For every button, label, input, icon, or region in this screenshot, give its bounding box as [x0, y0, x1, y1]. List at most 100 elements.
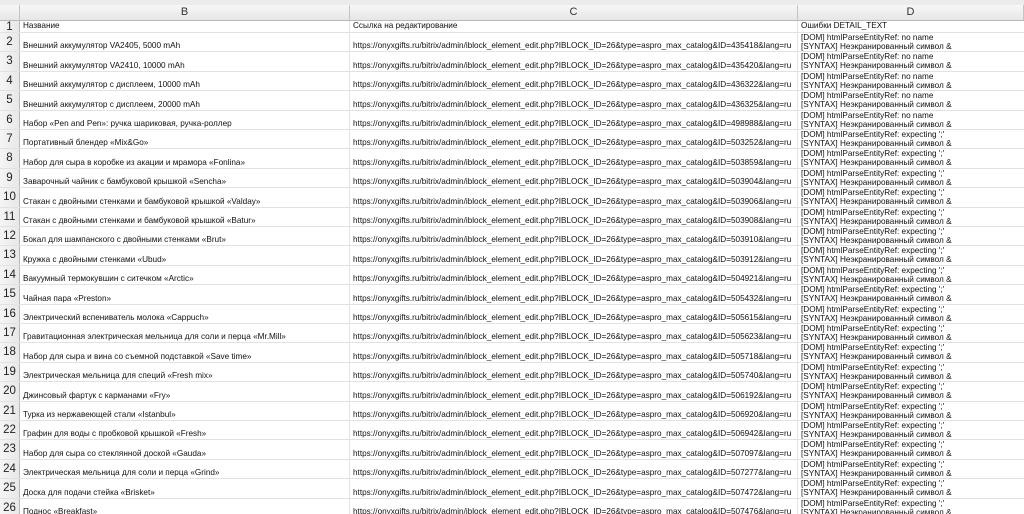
cell-link[interactable]: https://onyxgifts.ru/bitrix/admin/iblock… — [350, 52, 798, 71]
cell-link[interactable]: https://onyxgifts.ru/bitrix/admin/iblock… — [350, 382, 798, 401]
cell-errors[interactable]: [DOM] htmlParseEntityRef: no name [SYNTAX… — [798, 33, 1024, 51]
cell-errors[interactable]: [DOM] htmlParseEntityRef: expecting ';'[… — [798, 149, 1024, 167]
cell-link[interactable]: https://onyxgifts.ru/bitrix/admin/iblock… — [350, 498, 798, 514]
cell-name[interactable]: Заварочный чайник с бамбуковой крышкой «… — [20, 168, 350, 188]
row-number[interactable]: 17 — [0, 324, 20, 343]
cell-link[interactable]: https://onyxgifts.ru/bitrix/admin/iblock… — [350, 421, 798, 440]
cell-link[interactable]: https://onyxgifts.ru/bitrix/admin/iblock… — [350, 71, 798, 91]
column-header-c[interactable]: C — [350, 5, 798, 20]
cell-errors[interactable]: [DOM] htmlParseEntityRef: no name [SYNTAX… — [798, 111, 1024, 129]
row-number[interactable]: 19 — [0, 362, 20, 382]
cell-name[interactable]: Набор для сыра и вина со съемной подстав… — [20, 343, 350, 362]
cell-link[interactable]: https://onyxgifts.ru/bitrix/admin/iblock… — [350, 33, 798, 52]
cell-name[interactable]: Графин для воды с пробковой крышкой «Fre… — [20, 421, 350, 440]
cell-link[interactable]: https://onyxgifts.ru/bitrix/admin/iblock… — [350, 324, 798, 343]
cell-link[interactable]: https://onyxgifts.ru/bitrix/admin/iblock… — [350, 440, 798, 459]
cell-errors[interactable]: [DOM] htmlParseEntityRef: expecting ';'[… — [798, 479, 1024, 497]
cell-errors[interactable]: [DOM] htmlParseEntityRef: expecting ';'[… — [798, 499, 1024, 514]
cell-errors[interactable]: [DOM] htmlParseEntityRef: expecting ';'[… — [798, 382, 1024, 400]
row-number[interactable]: 12 — [0, 227, 20, 246]
cell-errors[interactable]: [DOM] htmlParseEntityRef: expecting ';'[… — [798, 363, 1024, 381]
cell-link[interactable]: https://onyxgifts.ru/bitrix/admin/iblock… — [350, 91, 798, 110]
cell-name[interactable]: Стакан с двойными стенками и бамбуковой … — [20, 188, 350, 207]
row-number[interactable]: 2 — [0, 33, 20, 52]
cell-name[interactable]: Набор для сыра в коробке из акации и мра… — [20, 149, 350, 168]
cell-errors[interactable]: [DOM] htmlParseEntityRef: expecting ';'[… — [798, 227, 1024, 245]
cell-name[interactable]: Гравитационная электрическая мельница дл… — [20, 324, 350, 343]
row-number[interactable]: 16 — [0, 304, 20, 323]
cell-errors[interactable]: [DOM] htmlParseEntityRef: expecting ';'[… — [798, 421, 1024, 439]
cell-name[interactable]: Набор «Pen and Pen»: ручка шариковая, ру… — [20, 110, 350, 129]
column-header-b[interactable]: B — [20, 5, 350, 20]
cell-link[interactable]: https://onyxgifts.ru/bitrix/admin/iblock… — [350, 285, 798, 304]
row-number[interactable]: 9 — [0, 168, 20, 188]
row-number[interactable]: 5 — [0, 91, 20, 110]
cell-errors[interactable]: [DOM] htmlParseEntityRef: expecting ';'[… — [798, 188, 1024, 206]
select-all-corner[interactable] — [0, 5, 20, 20]
cell-name[interactable]: Электрическая мельница для специй «Fresh… — [20, 362, 350, 382]
row-number[interactable]: 7 — [0, 130, 20, 149]
cell-name[interactable]: Вакуумный термокувшин с ситечком «Arctic… — [20, 265, 350, 285]
cell-link[interactable]: https://onyxgifts.ru/bitrix/admin/iblock… — [350, 362, 798, 382]
cell-name[interactable]: Внешний аккумулятор с дисплеем, 20000 mA… — [20, 91, 350, 110]
cell-errors[interactable]: [DOM] htmlParseEntityRef: expecting ';'[… — [798, 266, 1024, 284]
row-number[interactable]: 22 — [0, 421, 20, 440]
row-number[interactable]: 3 — [0, 52, 20, 71]
row-number[interactable]: 18 — [0, 343, 20, 362]
cell-name[interactable]: Стакан с двойными стенками и бамбуковой … — [20, 207, 350, 226]
cell-link[interactable]: https://onyxgifts.ru/bitrix/admin/iblock… — [350, 246, 798, 265]
cell-link[interactable]: https://onyxgifts.ru/bitrix/admin/iblock… — [350, 459, 798, 479]
cell-link[interactable]: https://onyxgifts.ru/bitrix/admin/iblock… — [350, 110, 798, 129]
row-number[interactable]: 1 — [0, 21, 20, 33]
cell-name[interactable]: Электрический вспениватель молока «Cappu… — [20, 304, 350, 323]
row-number[interactable]: 21 — [0, 401, 20, 420]
cell-link[interactable]: https://onyxgifts.ru/bitrix/admin/iblock… — [350, 479, 798, 498]
cell-link[interactable]: https://onyxgifts.ru/bitrix/admin/iblock… — [350, 188, 798, 207]
cell-link[interactable]: https://onyxgifts.ru/bitrix/admin/iblock… — [350, 207, 798, 226]
cell-link[interactable]: https://onyxgifts.ru/bitrix/admin/iblock… — [350, 401, 798, 420]
cell-errors[interactable]: [DOM] htmlParseEntityRef: no name [SYNTAX… — [798, 52, 1024, 70]
cell-errors[interactable]: [DOM] htmlParseEntityRef: expecting ';'[… — [798, 285, 1024, 303]
cell-name[interactable]: Поднос «Breakfast» — [20, 498, 350, 514]
row-number[interactable]: 25 — [0, 479, 20, 498]
row-number[interactable]: 10 — [0, 188, 20, 207]
row-number[interactable]: 4 — [0, 71, 20, 91]
cell-errors-header[interactable]: Ошибки DETAIL_TEXT — [798, 21, 1024, 32]
cell-link-header[interactable]: Ссылка на редактирование — [350, 21, 798, 32]
cell-errors[interactable]: [DOM] htmlParseEntityRef: expecting ';'[… — [798, 208, 1024, 226]
row-number[interactable]: 13 — [0, 246, 20, 265]
cell-name[interactable]: Джинсовый фартук с карманами «Fry» — [20, 382, 350, 401]
cell-link[interactable]: https://onyxgifts.ru/bitrix/admin/iblock… — [350, 227, 798, 246]
cell-name[interactable]: Чайная пара «Preston» — [20, 285, 350, 304]
cell-errors[interactable]: [DOM] htmlParseEntityRef: expecting ';'[… — [798, 402, 1024, 420]
cell-name[interactable]: Турка из нержавеющей стали «Istanbul» — [20, 401, 350, 420]
row-number[interactable]: 26 — [0, 498, 20, 514]
row-number[interactable]: 11 — [0, 207, 20, 226]
cell-link[interactable]: https://onyxgifts.ru/bitrix/admin/iblock… — [350, 265, 798, 285]
row-number[interactable]: 23 — [0, 440, 20, 459]
cell-name[interactable]: Внешний аккумулятор VA2410, 10000 mAh — [20, 52, 350, 71]
cell-name[interactable]: Внешний аккумулятор с дисплеем, 10000 mA… — [20, 71, 350, 91]
cell-link[interactable]: https://onyxgifts.ru/bitrix/admin/iblock… — [350, 304, 798, 323]
cell-name[interactable]: Портативный блендер «Mix&Go» — [20, 130, 350, 149]
cell-errors[interactable]: [DOM] htmlParseEntityRef: no name [SYNTAX… — [798, 72, 1024, 90]
cell-name[interactable]: Электрическая мельница для соли и перца … — [20, 459, 350, 479]
row-number[interactable]: 8 — [0, 149, 20, 168]
cell-link[interactable]: https://onyxgifts.ru/bitrix/admin/iblock… — [350, 343, 798, 362]
cell-errors[interactable]: [DOM] htmlParseEntityRef: expecting ';'[… — [798, 440, 1024, 458]
cell-errors[interactable]: [DOM] htmlParseEntityRef: expecting ';'[… — [798, 460, 1024, 478]
row-number[interactable]: 20 — [0, 382, 20, 401]
cell-name[interactable]: Бокал для шампанского с двойными стенкам… — [20, 227, 350, 246]
cell-name[interactable]: Внешний аккумулятор VA2405, 5000 mAh — [20, 33, 350, 52]
cell-errors[interactable]: [DOM] htmlParseEntityRef: no name [SYNTAX… — [798, 91, 1024, 109]
row-number[interactable]: 24 — [0, 459, 20, 479]
cell-errors[interactable]: [DOM] htmlParseEntityRef: expecting ';'[… — [798, 130, 1024, 148]
row-number[interactable]: 14 — [0, 265, 20, 285]
cell-name[interactable]: Набор для сыра со стеклянной доской «Gau… — [20, 440, 350, 459]
cell-link[interactable]: https://onyxgifts.ru/bitrix/admin/iblock… — [350, 149, 798, 168]
cell-errors[interactable]: [DOM] htmlParseEntityRef: expecting ';'[… — [798, 324, 1024, 342]
row-number[interactable]: 15 — [0, 285, 20, 304]
column-header-d[interactable]: D — [798, 5, 1024, 20]
cell-link[interactable]: https://onyxgifts.ru/bitrix/admin/iblock… — [350, 168, 798, 188]
cell-link[interactable]: https://onyxgifts.ru/bitrix/admin/iblock… — [350, 130, 798, 149]
